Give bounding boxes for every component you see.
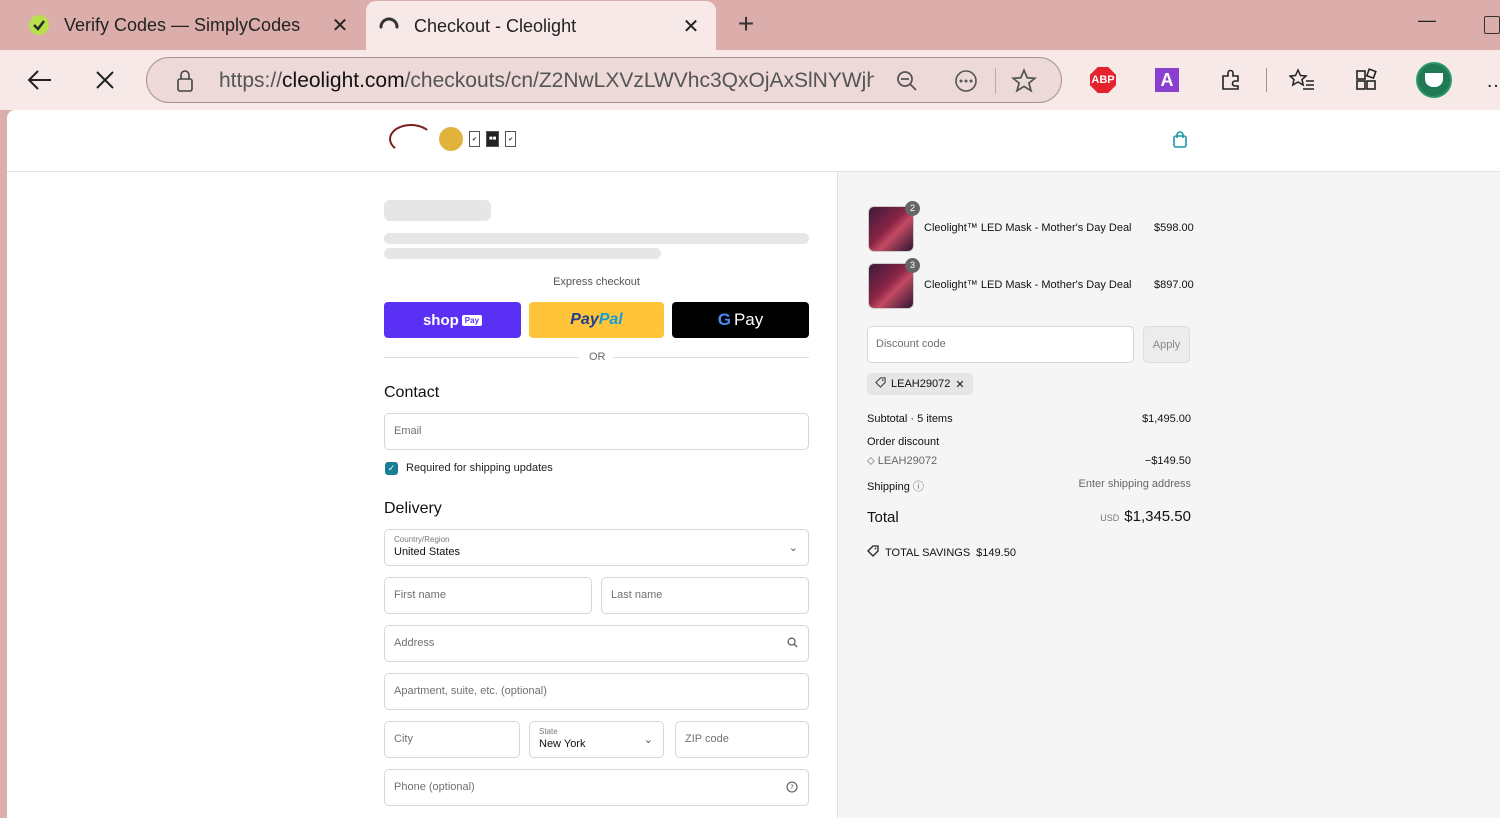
state-select[interactable]: State New York ⌄ bbox=[529, 721, 664, 758]
order-discount-code-row: ⬦ LEAH29072 −$149.50 bbox=[867, 455, 1191, 467]
a-extension-icon[interactable]: A bbox=[1151, 64, 1183, 96]
url-text[interactable]: https://cleolight.com/checkouts/cn/Z2NwL… bbox=[219, 69, 874, 93]
product-name: Cleolight™ LED Mask - Mother's Day Deal bbox=[924, 222, 1132, 234]
mcafee-badge-icon: ✔ bbox=[469, 131, 481, 147]
address-separator bbox=[995, 68, 996, 94]
first-name-field[interactable]: First name bbox=[384, 577, 592, 614]
close-tab-icon[interactable]: ✕ bbox=[327, 12, 353, 38]
store-logo[interactable]: ✔ ■■ ✔ bbox=[389, 124, 517, 154]
country-select[interactable]: Country/Region United States ⌄ bbox=[384, 529, 809, 566]
new-tab-button[interactable]: + bbox=[730, 10, 762, 40]
divider bbox=[613, 357, 809, 358]
address-field[interactable]: Address bbox=[384, 625, 809, 662]
zoom-out-icon[interactable] bbox=[892, 66, 922, 96]
shipping-updates-checkbox[interactable]: ✓ bbox=[385, 462, 398, 475]
minimize-icon[interactable]: — bbox=[1412, 10, 1442, 40]
cleolight-logo-icon bbox=[389, 124, 433, 154]
shopping-bag-icon[interactable] bbox=[1172, 131, 1188, 154]
norton-badge-icon: ✔ bbox=[505, 131, 517, 147]
close-tab-icon[interactable]: ✕ bbox=[678, 13, 704, 39]
zip-code-field[interactable]: ZIP code bbox=[675, 721, 809, 758]
favorites-list-icon[interactable] bbox=[1286, 64, 1318, 96]
list-item: 2 Cleolight™ LED Mask - Mother's Day Dea… bbox=[868, 201, 1198, 252]
tag-icon bbox=[875, 377, 886, 391]
order-discount-row: Order discount bbox=[867, 436, 940, 448]
seal-badge-icon bbox=[439, 127, 463, 151]
more-menu-icon[interactable]: … bbox=[1486, 70, 1500, 93]
contact-heading: Contact bbox=[384, 384, 440, 401]
loading-skeleton bbox=[384, 200, 491, 221]
email-field[interactable]: Email bbox=[384, 413, 809, 450]
search-icon bbox=[787, 637, 798, 651]
secure-safe-badge-icon: ■■ bbox=[486, 131, 500, 147]
or-separator: OR bbox=[589, 351, 606, 363]
total-savings: TOTAL SAVINGS $149.50 bbox=[867, 545, 1016, 560]
discount-code-text: LEAH29072 bbox=[891, 378, 951, 390]
browser-toolbar: https://cleolight.com/checkouts/cn/Z2NwL… bbox=[0, 50, 1500, 110]
collections-icon[interactable] bbox=[1350, 64, 1382, 96]
subtotal-row: Subtotal · 5 items $1,495.00 bbox=[867, 413, 1191, 425]
quantity-badge: 3 bbox=[905, 258, 920, 273]
express-checkout-label: Express checkout bbox=[553, 276, 640, 288]
page-header: ✔ ■■ ✔ bbox=[7, 110, 1500, 172]
total-row: Total USD $1,345.50 bbox=[867, 508, 1191, 526]
tag-icon bbox=[867, 545, 879, 560]
phone-field[interactable]: Phone (optional) ? bbox=[384, 769, 809, 806]
toolbar-separator bbox=[1266, 68, 1267, 92]
divider bbox=[384, 357, 579, 358]
apartment-field[interactable]: Apartment, suite, etc. (optional) bbox=[384, 673, 809, 710]
tab-title: Verify Codes — SimplyCodes bbox=[64, 14, 301, 35]
quantity-badge: 2 bbox=[905, 201, 920, 216]
adblock-plus-icon[interactable]: ABP bbox=[1087, 64, 1119, 96]
back-icon[interactable] bbox=[22, 62, 58, 98]
profile-avatar-icon[interactable] bbox=[1416, 62, 1452, 98]
tab-cleolight-checkout[interactable]: Checkout - Cleolight ✕ bbox=[366, 1, 716, 51]
more-options-circle-icon[interactable] bbox=[951, 66, 981, 96]
shop-pay-button[interactable]: shop Pay bbox=[384, 302, 521, 338]
loading-icon bbox=[378, 15, 400, 37]
apply-discount-button[interactable]: Apply bbox=[1143, 326, 1190, 363]
list-item: 3 Cleolight™ LED Mask - Mother's Day Dea… bbox=[868, 258, 1198, 309]
last-name-field[interactable]: Last name bbox=[601, 577, 809, 614]
stop-loading-icon[interactable] bbox=[87, 62, 123, 98]
discount-code-field[interactable]: Discount code bbox=[867, 326, 1134, 363]
checkout-page: ✔ ■■ ✔ Express checkout shop Pay Pay Pal G… bbox=[7, 110, 1500, 818]
maximize-icon[interactable] bbox=[1484, 16, 1500, 34]
chevron-down-icon: ⌄ bbox=[788, 542, 798, 554]
help-circle-icon[interactable]: ⓘ bbox=[913, 481, 924, 493]
lock-icon[interactable] bbox=[175, 69, 195, 98]
checkout-form: Express checkout shop Pay Pay Pal G Pay OR … bbox=[7, 172, 837, 818]
remove-discount-icon[interactable]: ✕ bbox=[955, 378, 964, 391]
chevron-down-icon: ⌄ bbox=[643, 734, 653, 746]
help-circle-icon[interactable]: ? bbox=[786, 781, 798, 796]
delivery-heading: Delivery bbox=[384, 500, 442, 517]
product-price: $897.00 bbox=[1154, 279, 1194, 291]
order-summary: 2 Cleolight™ LED Mask - Mother's Day Dea… bbox=[837, 172, 1500, 818]
favorite-star-icon[interactable] bbox=[1009, 66, 1039, 96]
tab-strip: Verify Codes — SimplyCodes ✕ Checkout - … bbox=[0, 0, 1500, 51]
tag-icon: ⬦ bbox=[867, 455, 875, 467]
tab-simplycodes[interactable]: Verify Codes — SimplyCodes ✕ bbox=[0, 0, 365, 50]
google-pay-button[interactable]: G Pay bbox=[672, 302, 809, 338]
tab-title: Checkout - Cleolight bbox=[414, 15, 577, 36]
city-field[interactable]: City bbox=[384, 721, 520, 758]
product-name: Cleolight™ LED Mask - Mother's Day Deal bbox=[924, 279, 1132, 291]
shipping-row: Shipping ⓘ Enter shipping address bbox=[867, 478, 1191, 493]
applied-discount-tag: LEAH29072 ✕ bbox=[867, 373, 973, 395]
extensions-puzzle-icon[interactable] bbox=[1215, 64, 1247, 96]
svg-text:?: ? bbox=[790, 784, 794, 792]
simplycodes-icon bbox=[28, 14, 50, 36]
loading-skeleton bbox=[384, 248, 661, 259]
address-bar[interactable]: https://cleolight.com/checkouts/cn/Z2NwL… bbox=[146, 57, 1062, 103]
loading-skeleton bbox=[384, 233, 809, 244]
shipping-updates-label: Required for shipping updates bbox=[406, 462, 553, 474]
paypal-button[interactable]: Pay Pal bbox=[529, 302, 664, 338]
product-price: $598.00 bbox=[1154, 222, 1194, 234]
